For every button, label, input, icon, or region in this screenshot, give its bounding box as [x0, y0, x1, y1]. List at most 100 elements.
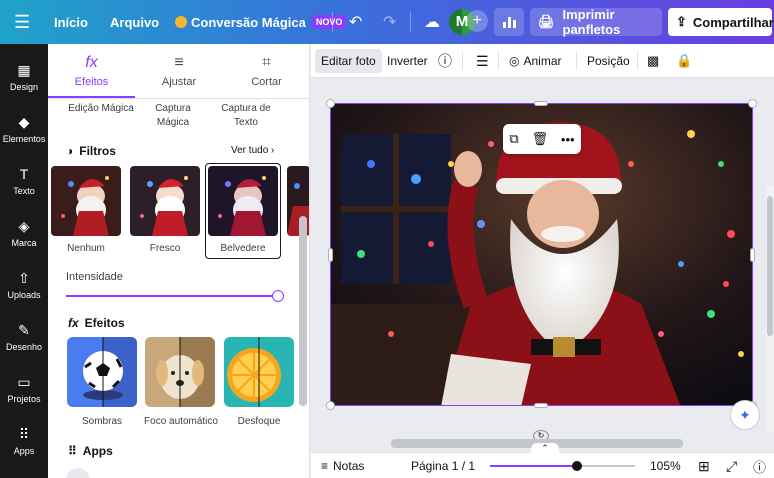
tab-label: Efeitos — [74, 76, 109, 88]
rail-item-text[interactable]: T Texto — [0, 156, 48, 208]
more-icon[interactable]: ••• — [561, 132, 575, 147]
filter-none-label: Nenhum — [67, 243, 105, 254]
rail-item-projects[interactable]: ▭ Projetos — [0, 364, 48, 416]
file-menu[interactable]: Arquivo — [110, 0, 159, 44]
divider — [462, 52, 463, 70]
apps-icon: ⠿ — [18, 426, 30, 442]
trash-icon[interactable]: 🗑 — [532, 131, 549, 147]
shapes-icon: ◆ — [18, 114, 30, 130]
share-icon: ⇪ — [676, 14, 687, 29]
rail-item-brand[interactable]: ◈ Marca — [0, 208, 48, 260]
upload-icon: ⇧ — [18, 270, 30, 286]
animate-button[interactable]: ◎ Animar — [503, 49, 568, 73]
insights-icon[interactable] — [494, 8, 524, 36]
effect-autofocus-label: Foco automático — [144, 416, 218, 427]
tab-effects[interactable]: fx Efeitos — [48, 44, 135, 96]
effects-panel: fx Efeitos ≡ Ajustar ⌗ Cortar Edição Mágica… — [48, 44, 310, 478]
effect-blur-thumb[interactable] — [224, 337, 294, 407]
home-link[interactable]: Início — [54, 0, 88, 44]
cloud-save-icon[interactable]: ☁ — [424, 0, 440, 44]
effect-shadows-label: Sombras — [81, 416, 122, 427]
print-flyers-button[interactable]: 🖨 Imprimir panfletos — [530, 7, 662, 37]
fullscreen-icon[interactable]: ⤢ — [726, 453, 737, 478]
see-all-label: Ver tudo — [231, 145, 269, 156]
effect-autofocus-thumb[interactable] — [145, 337, 215, 407]
fx-icon: fx — [85, 54, 98, 71]
resize-handle[interactable] — [534, 403, 548, 408]
add-collaborator-icon[interactable]: + — [466, 10, 488, 32]
zoom-slider-track[interactable] — [490, 465, 635, 467]
rail-item-design[interactable]: ▦ Design — [0, 52, 48, 104]
scroll-thumb[interactable] — [767, 196, 773, 336]
grid-view-icon[interactable]: ⊞ — [698, 453, 710, 478]
tab-label: Cortar — [251, 76, 282, 88]
info-icon[interactable]: ⓘ — [432, 49, 458, 73]
zoom-slider-knob[interactable] — [572, 461, 582, 471]
duplicate-icon[interactable]: ⧉ — [509, 131, 518, 147]
resize-handle[interactable] — [750, 248, 755, 262]
magic-grab-tool[interactable]: Captura Mágica — [138, 102, 208, 130]
filter-belvedere-thumb[interactable] — [208, 166, 278, 236]
undo-icon[interactable]: ↶ — [349, 0, 362, 44]
resize-handle[interactable] — [326, 401, 335, 410]
resize-handle[interactable] — [326, 99, 335, 108]
crop-icon: ⌗ — [261, 54, 271, 71]
intensity-slider-knob[interactable] — [272, 290, 284, 302]
rail-item-uploads[interactable]: ⇧ Uploads — [0, 260, 48, 312]
notes-button[interactable]: ≡ Notas — [321, 453, 364, 478]
filters-heading: ◑ Filtros — [66, 144, 116, 158]
divider — [637, 52, 638, 70]
see-all-link[interactable]: Ver tudo › — [231, 145, 274, 156]
rail-label: Projetos — [7, 394, 41, 404]
rail-item-draw[interactable]: ✎ Desenho — [0, 312, 48, 364]
resize-handle[interactable] — [534, 101, 548, 106]
edit-photo-button[interactable]: Editar foto — [315, 49, 382, 73]
rail-label: Texto — [13, 186, 35, 196]
tab-label: Ajustar — [161, 76, 197, 88]
rail-item-apps[interactable]: ⠿ Apps — [0, 416, 48, 468]
dog-icon — [145, 337, 215, 407]
rail-label: Marca — [11, 238, 37, 248]
animate-label: Animar — [523, 54, 562, 68]
orange-icon — [224, 337, 294, 407]
panel-scrollbar[interactable] — [299, 216, 307, 406]
rail-item-elements[interactable]: ◆ Elementos — [0, 104, 48, 156]
resize-handle[interactable] — [748, 99, 757, 108]
border-style-icon[interactable]: ☰ — [470, 49, 495, 73]
page-indicator[interactable]: Página 1 / 1 — [411, 453, 475, 478]
menu-icon[interactable]: ☰ — [14, 0, 30, 44]
effects-title: Efeitos — [84, 316, 125, 330]
print-icon: 🖨 — [538, 14, 555, 29]
divider — [576, 52, 577, 70]
tab-crop[interactable]: ⌗ Cortar — [223, 44, 309, 96]
position-button[interactable]: Posição — [581, 49, 636, 73]
filter-fresh-thumb[interactable] — [130, 166, 200, 236]
resize-handle[interactable] — [328, 248, 333, 262]
context-toolbar: Editar foto Inverter ⓘ ☰ ◎ Animar Posiçã… — [311, 44, 774, 78]
grab-text-tool[interactable]: Captura de Texto — [218, 102, 274, 130]
magic-sparkle-icon[interactable]: ✦ — [730, 400, 760, 430]
crown-icon — [175, 16, 187, 28]
effect-shadows-thumb[interactable] — [67, 337, 137, 407]
magic-switch-button[interactable]: Conversão Mágica NOVO — [175, 0, 347, 44]
help-icon[interactable]: ⓘ — [753, 453, 766, 478]
magic-edit-tool[interactable]: Edição Mágica — [62, 102, 140, 116]
effects-heading: fx Efeitos — [68, 316, 125, 330]
soccer-ball-icon — [67, 337, 137, 407]
intensity-slider-track[interactable] — [66, 295, 280, 297]
share-button[interactable]: ⇪ Compartilhar — [668, 8, 774, 36]
notes-icon: ≡ — [321, 459, 329, 473]
filter-none-thumb[interactable] — [51, 166, 121, 236]
redo-icon[interactable]: ↷ — [383, 0, 396, 44]
tab-adjust[interactable]: ≡ Ajustar — [135, 44, 223, 96]
app-icon[interactable] — [66, 468, 90, 478]
flip-button[interactable]: Inverter — [381, 49, 434, 73]
rail-label: Apps — [13, 446, 35, 456]
apps-icon: ⠿ — [68, 444, 77, 458]
print-flyers-label: Imprimir panfletos — [562, 7, 621, 37]
lock-icon[interactable]: 🔒 — [670, 49, 698, 73]
transparency-icon[interactable]: ▩ — [641, 49, 665, 73]
zoom-level[interactable]: 105% — [650, 453, 681, 478]
vertical-scrollbar[interactable] — [766, 186, 774, 432]
chevron-up-icon[interactable]: ⌃ — [531, 443, 559, 455]
